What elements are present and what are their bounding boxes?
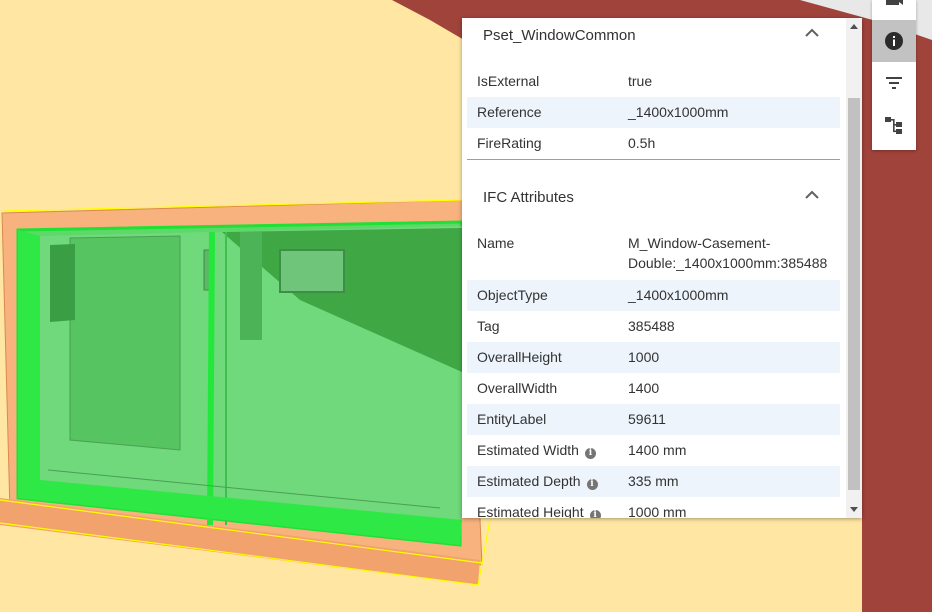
property-key-label: Estimated Depth xyxy=(477,473,581,489)
filter-icon xyxy=(886,77,902,89)
info-icon xyxy=(885,32,903,50)
property-value: 335 mm xyxy=(628,473,679,489)
property-key: EntityLabel xyxy=(477,411,547,427)
property-value: M_Window-Casement-Double:_1400x1000mm:38… xyxy=(628,235,828,271)
info-icon[interactable]: i xyxy=(584,448,596,459)
property-key: OverallWidth xyxy=(477,380,558,396)
property-key: OverallHeight xyxy=(477,349,562,365)
properties-panel[interactable]: Pset_WindowCommon IsExternal true Refere… xyxy=(462,18,862,518)
scroll-up-arrow-icon[interactable] xyxy=(850,24,858,29)
filter-button[interactable] xyxy=(872,62,916,104)
info-button[interactable] xyxy=(872,20,916,62)
info-icon[interactable]: i xyxy=(586,479,598,490)
interior-post xyxy=(240,232,262,340)
property-row: FireRating 0.5h xyxy=(467,128,840,159)
property-key: Estimated Height i xyxy=(477,504,601,518)
property-value: 385488 xyxy=(628,318,675,334)
section-title: Pset_WindowCommon xyxy=(483,27,636,44)
property-key: ObjectType xyxy=(477,287,548,303)
chevron-up-icon[interactable] xyxy=(804,187,820,203)
property-row: Name M_Window-Casement-Double:_1400x1000… xyxy=(467,228,840,280)
property-row: Reference _1400x1000mm xyxy=(467,97,840,128)
property-row: Tag 385488 xyxy=(467,311,840,342)
section-divider xyxy=(467,159,840,160)
property-row: Estimated Width i 1400 mm xyxy=(467,435,840,466)
property-row: OverallHeight 1000 xyxy=(467,342,840,373)
section-title: IFC Attributes xyxy=(483,189,574,206)
property-row: OverallWidth 1400 xyxy=(467,373,840,404)
property-key: Estimated Depth i xyxy=(477,473,598,490)
viewer-toolbar xyxy=(872,0,916,150)
property-row: IsExternal true xyxy=(467,66,840,97)
property-value: 59611 xyxy=(628,411,666,427)
property-key: Estimated Width i xyxy=(477,442,596,459)
property-key: FireRating xyxy=(477,135,542,151)
interior-shadow xyxy=(50,244,75,322)
property-value: _1400x1000mm xyxy=(628,104,729,120)
property-key-label: Estimated Height xyxy=(477,504,584,518)
property-key: Reference xyxy=(477,104,542,120)
property-key-label: Estimated Width xyxy=(477,442,579,458)
interior-window xyxy=(279,249,345,293)
property-value: 1000 mm xyxy=(628,504,687,518)
section-header-ifc-attributes[interactable]: IFC Attributes xyxy=(467,189,841,219)
section-header-pset-windowcommon[interactable]: Pset_WindowCommon xyxy=(467,27,841,57)
property-value: _1400x1000mm xyxy=(628,287,729,303)
property-value: 0.5h xyxy=(628,135,656,151)
property-key: Tag xyxy=(477,318,500,334)
property-row: EntityLabel 59611 xyxy=(467,404,840,435)
property-key: IsExternal xyxy=(477,73,540,89)
property-row: ObjectType _1400x1000mm xyxy=(467,280,840,311)
property-value: 1400 xyxy=(628,380,660,396)
property-row: Estimated Depth i 335 mm xyxy=(467,466,840,497)
property-row: Estimated Height i 1000 mm xyxy=(467,497,840,518)
property-value: 1400 mm xyxy=(628,442,687,458)
camera-button[interactable] xyxy=(872,0,916,20)
chevron-up-icon[interactable] xyxy=(804,25,820,41)
property-value: 1000 xyxy=(628,349,660,365)
property-value: true xyxy=(628,73,653,89)
scroll-thumb[interactable] xyxy=(848,98,860,490)
tree-button[interactable] xyxy=(872,104,916,146)
info-icon[interactable]: i xyxy=(589,510,601,518)
tree-icon xyxy=(885,117,902,134)
property-key: Name xyxy=(477,235,515,251)
scroll-down-arrow-icon[interactable] xyxy=(850,507,858,512)
mullion xyxy=(207,231,215,526)
glass-left-edge xyxy=(18,230,40,498)
camera-icon xyxy=(886,0,903,5)
interior-column xyxy=(69,235,181,451)
panel-scrollbar[interactable] xyxy=(846,18,862,518)
